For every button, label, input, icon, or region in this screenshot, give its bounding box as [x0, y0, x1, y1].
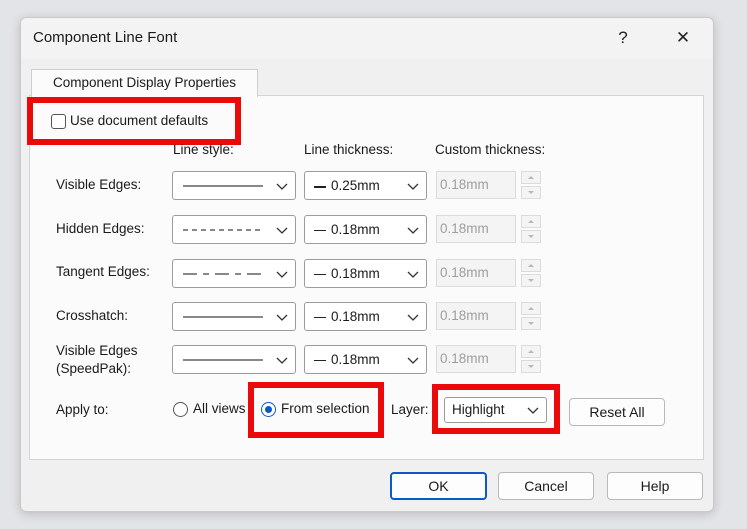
line-thickness-value: 0.18mm [331, 222, 380, 237]
custom-thickness-spinner[interactable] [521, 215, 541, 243]
line-thickness-value: 0.18mm [331, 352, 380, 367]
chevron-down-icon [276, 271, 288, 278]
row-label-tangent-edges: Tangent Edges: [56, 264, 150, 279]
solid-line-icon [183, 359, 263, 361]
line-thickness-value: 0.18mm [331, 266, 380, 281]
chevron-down-icon [407, 314, 419, 321]
spin-up-icon[interactable] [521, 345, 541, 358]
chevron-down-icon [407, 227, 419, 234]
line-style-select-tangent-edges[interactable] [172, 259, 296, 288]
help-title-button[interactable]: ? [607, 24, 639, 52]
use-defaults-checkbox[interactable] [51, 114, 66, 129]
use-defaults-label: Use document defaults [70, 113, 209, 128]
line-thickness-value: 0.25mm [331, 178, 380, 193]
line-thickness-select-hidden-edges[interactable]: 0.18mm [304, 215, 427, 244]
all-views-radio[interactable] [173, 402, 188, 417]
chevron-down-icon [276, 314, 288, 321]
layer-label: Layer: [391, 402, 429, 417]
apply-to-label: Apply to: [56, 402, 109, 417]
row-label-speedpak-line1: Visible Edges [56, 343, 138, 358]
from-selection-label: From selection [281, 401, 370, 416]
layer-value: Highlight [452, 402, 505, 417]
row-label-speedpak-line2: (SpeedPak): [56, 361, 132, 376]
line-style-select-speedpak[interactable] [172, 345, 296, 374]
spin-down-icon[interactable] [521, 317, 541, 330]
reset-all-button[interactable]: Reset All [569, 398, 665, 426]
spin-down-icon[interactable] [521, 230, 541, 243]
line-thickness-select-visible-edges[interactable]: 0.25mm [304, 171, 427, 200]
thin-line-icon [314, 360, 326, 361]
dashed-line-icon [183, 229, 263, 231]
thin-line-icon [314, 317, 326, 318]
chevron-down-icon [407, 183, 419, 190]
spin-down-icon[interactable] [521, 360, 541, 373]
spin-up-icon[interactable] [521, 259, 541, 272]
help-button[interactable]: Help [607, 472, 703, 500]
line-thickness-select-tangent-edges[interactable]: 0.18mm [304, 259, 427, 288]
spin-up-icon[interactable] [521, 215, 541, 228]
cancel-button[interactable]: Cancel [498, 472, 594, 500]
spin-up-icon[interactable] [521, 302, 541, 315]
custom-thickness-spinner[interactable] [521, 345, 541, 373]
custom-thickness-spinner[interactable] [521, 259, 541, 287]
custom-thickness-header: Custom thickness: [435, 142, 546, 157]
chevron-down-icon [527, 407, 539, 414]
custom-thickness-spinner[interactable] [521, 302, 541, 330]
title-bar: Component Line Font ? ✕ [21, 18, 713, 58]
ok-button[interactable]: OK [390, 472, 487, 500]
solid-line-icon [183, 316, 263, 318]
all-views-label: All views [193, 401, 246, 416]
line-thickness-header: Line thickness: [304, 142, 394, 157]
row-label-visible-edges: Visible Edges: [56, 177, 142, 192]
component-line-font-dialog: Component Line Font ? ✕ Component Displa… [20, 17, 714, 512]
line-style-header: Line style: [173, 142, 234, 157]
close-button[interactable]: ✕ [667, 24, 699, 52]
thin-line-icon [314, 274, 326, 275]
custom-thickness-input-visible-edges[interactable]: 0.18mm [436, 171, 516, 199]
chevron-down-icon [276, 227, 288, 234]
dash-gap-line-icon [183, 273, 263, 275]
custom-thickness-input-crosshatch[interactable]: 0.18mm [436, 302, 516, 330]
line-thickness-value: 0.18mm [331, 309, 380, 324]
dialog-title: Component Line Font [33, 29, 178, 46]
custom-thickness-input-tangent-edges[interactable]: 0.18mm [436, 259, 516, 287]
line-style-select-crosshatch[interactable] [172, 302, 296, 331]
chevron-down-icon [407, 357, 419, 364]
spin-up-icon[interactable] [521, 171, 541, 184]
thin-line-icon [314, 230, 326, 231]
chevron-down-icon [407, 271, 419, 278]
line-style-select-visible-edges[interactable] [172, 171, 296, 200]
chevron-down-icon [276, 183, 288, 190]
line-thickness-select-crosshatch[interactable]: 0.18mm [304, 302, 427, 331]
tab-component-display-properties[interactable]: Component Display Properties [31, 69, 258, 97]
spin-down-icon[interactable] [521, 186, 541, 199]
spin-down-icon[interactable] [521, 274, 541, 287]
row-label-hidden-edges: Hidden Edges: [56, 221, 145, 236]
row-label-crosshatch: Crosshatch: [56, 308, 129, 323]
custom-thickness-spinner[interactable] [521, 171, 541, 199]
custom-thickness-input-hidden-edges[interactable]: 0.18mm [436, 215, 516, 243]
line-style-select-hidden-edges[interactable] [172, 215, 296, 244]
solid-line-icon [183, 185, 263, 187]
custom-thickness-input-speedpak[interactable]: 0.18mm [436, 345, 516, 373]
thick-line-icon [314, 186, 326, 188]
line-thickness-select-speedpak[interactable]: 0.18mm [304, 345, 427, 374]
layer-select[interactable]: Highlight [444, 397, 547, 423]
chevron-down-icon [276, 357, 288, 364]
from-selection-radio[interactable] [261, 402, 276, 417]
